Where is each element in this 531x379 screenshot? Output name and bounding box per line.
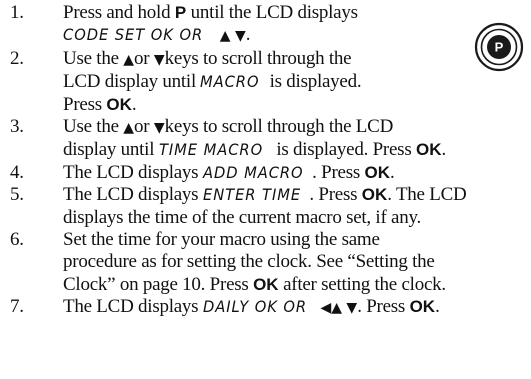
step-text: .	[131, 93, 137, 115]
step-text: Press and hold	[63, 2, 175, 23]
step-text: or	[134, 116, 154, 138]
step-text: . Press	[309, 184, 362, 206]
step-text: .	[441, 139, 446, 161]
step-text: Use the	[63, 116, 124, 138]
step-text: Press	[63, 93, 107, 115]
key-label: OK	[364, 162, 391, 182]
key-label: P	[174, 3, 187, 22]
step-text: procedure as for setting the clock. See …	[63, 251, 435, 273]
key-label: OK	[361, 185, 388, 205]
step-item: 3. Use the ▲or ▼keys to scroll through th…	[10, 116, 526, 162]
step-text: Use the	[63, 47, 124, 69]
step-text: or	[134, 47, 154, 69]
step-text: . Press	[357, 296, 410, 318]
arrow-keys-icon: ▲ ▼	[219, 28, 246, 45]
step-text: keys to scroll through the LCD	[164, 116, 394, 138]
p-button-label: P	[495, 40, 504, 55]
step-text: . Press	[312, 161, 365, 183]
key-label: OK	[253, 274, 279, 294]
step-text: displays the time of the current macro s…	[63, 206, 421, 228]
step-number: 6.	[10, 229, 24, 251]
step-line: The LCD displays ENTER TIME . Press OK. T…	[63, 184, 526, 206]
step-line: Use the ▲or ▼keys to scroll through the	[63, 48, 526, 71]
key-label: OK	[415, 140, 442, 160]
step-text: LCD display until	[63, 71, 201, 93]
step-text: Clock” on page 10. Press	[63, 273, 254, 295]
step-text: The LCD displays	[63, 296, 203, 318]
step-text: is displayed.	[265, 71, 362, 93]
lcd-text: DAILY OK OR	[202, 297, 307, 317]
step-item: 5. The LCD displays ENTER TIME . Press OK.…	[10, 184, 526, 229]
instruction-steps: 1. Press and hold P until the LCD display…	[10, 2, 526, 320]
lcd-text: ADD MACRO	[202, 162, 304, 182]
step-item: 2. Use the ▲or ▼keys to scroll through th…	[10, 48, 526, 116]
step-item: 7. The LCD displays DAILY OK OR ◀▲ ▼. Pre…	[10, 296, 526, 319]
step-line: procedure as for setting the clock. See …	[63, 251, 526, 273]
step-line: The LCD displays ADD MACRO . Press OK.	[63, 162, 526, 184]
step-text: keys to scroll through the	[164, 47, 352, 69]
lcd-text: TIME MACRO	[158, 140, 263, 160]
step-text: Set the time for your macro using the sa…	[63, 229, 380, 251]
step-number: 5.	[10, 184, 24, 206]
arrow-keys-icon: ◀▲ ▼	[320, 300, 358, 317]
step-text: .	[435, 296, 440, 318]
step-text: until the LCD displays	[186, 2, 358, 23]
step-text: .	[245, 24, 251, 46]
step-text: . The LCD	[387, 184, 467, 206]
step-text: The LCD displays	[63, 184, 203, 206]
p-button-icon: P	[474, 22, 524, 72]
step-number: 7.	[10, 296, 24, 318]
step-item: 1. Press and hold P until the LCD display…	[10, 2, 526, 48]
step-number: 4.	[10, 161, 24, 183]
step-line: CODE SET OK OR ▲ ▼.	[63, 24, 526, 47]
step-text: The LCD displays	[63, 161, 203, 183]
arrow-keys-icon: ▼	[153, 120, 165, 137]
step-line: Clock” on page 10. Press OK after settin…	[63, 274, 526, 296]
manual-page: 1. Press and hold P until the LCD display…	[0, 0, 531, 379]
step-line: LCD display until MACRO is displayed.	[63, 71, 526, 93]
arrow-keys-icon: ▲	[123, 120, 135, 137]
step-line: Press OK.	[63, 94, 526, 116]
step-line: Set the time for your macro using the sa…	[63, 229, 526, 251]
step-line: Press and hold P until the LCD displays	[63, 2, 526, 24]
step-line: displays the time of the current macro s…	[63, 207, 526, 229]
step-number: 2.	[10, 47, 24, 69]
step-line: display until TIME MACRO is displayed. P…	[63, 139, 526, 161]
step-text: is displayed. Press	[271, 139, 416, 161]
step-line: The LCD displays DAILY OK OR ◀▲ ▼. Press…	[63, 296, 526, 319]
lcd-text: MACRO	[200, 72, 260, 92]
step-text: .	[390, 161, 395, 183]
step-text: after setting the clock.	[278, 273, 446, 295]
step-item: 6. Set the time for your macro using the …	[10, 229, 526, 296]
step-number: 1.	[10, 2, 24, 23]
step-number: 3.	[10, 116, 24, 138]
step-item: 4. The LCD displays ADD MACRO . Press OK.	[10, 162, 526, 184]
key-label: OK	[409, 297, 436, 317]
key-label: OK	[106, 94, 132, 114]
lcd-text: CODE SET OK OR	[63, 25, 204, 45]
arrow-keys-icon: ▼	[153, 51, 165, 68]
lcd-text: ENTER TIME	[202, 185, 301, 205]
step-line: Use the ▲or ▼keys to scroll through the …	[63, 116, 526, 139]
step-text: display until	[63, 139, 159, 161]
arrow-keys-icon: ▲	[123, 51, 135, 68]
